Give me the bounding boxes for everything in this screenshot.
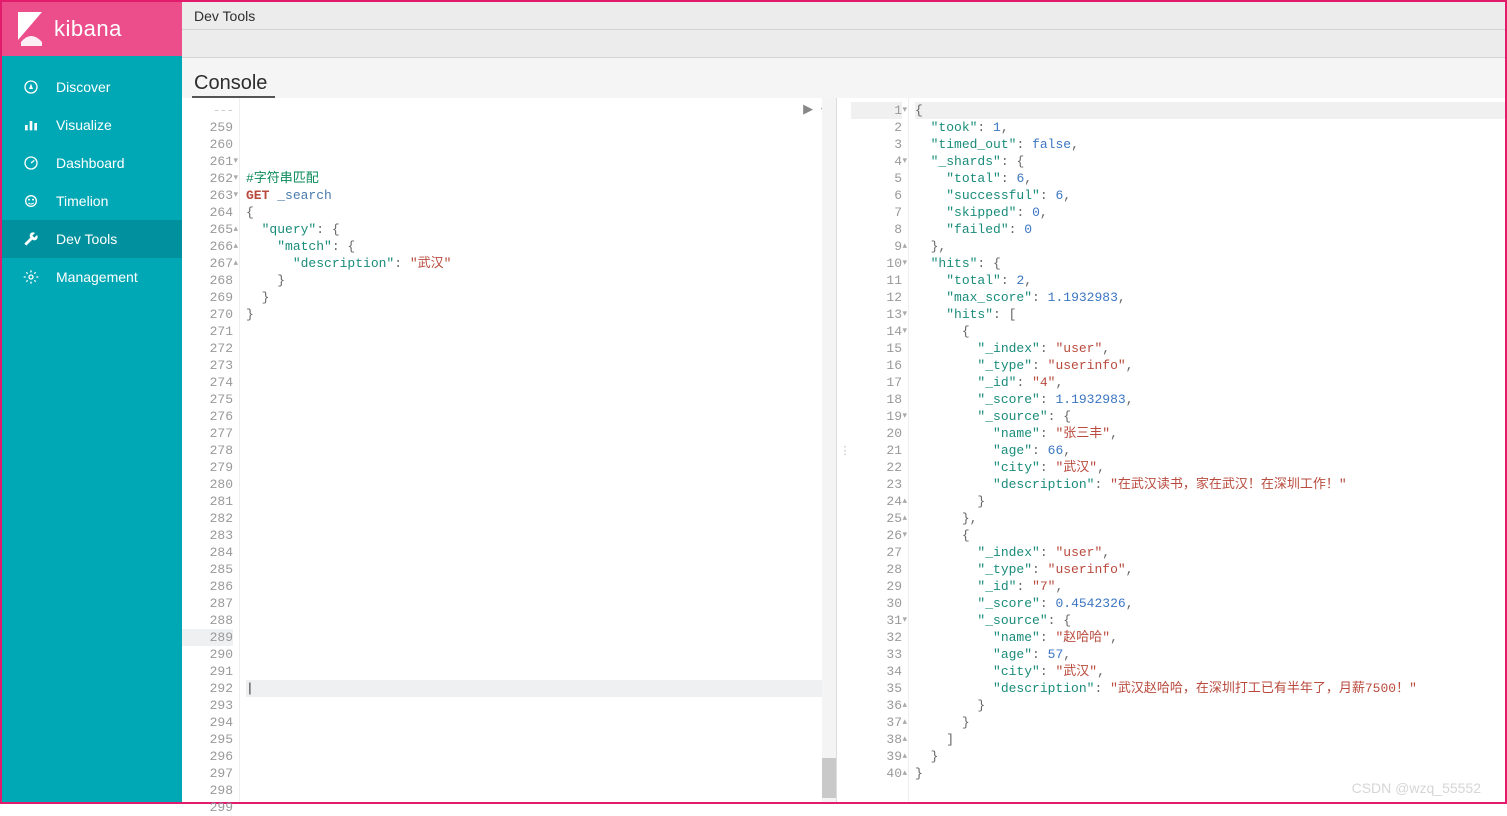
scrollbar-thumb[interactable] (822, 758, 836, 798)
compass-icon (22, 78, 40, 96)
timelion-icon (22, 192, 40, 210)
gear-icon (22, 268, 40, 286)
page-title: Dev Tools (194, 8, 255, 24)
tab-console[interactable]: Console (192, 72, 275, 98)
request-code[interactable]: ▶ ▾ #字符串匹配GET _search{ "query": { "match… (240, 98, 836, 802)
topbar: Dev Tools (182, 2, 1505, 30)
response-code: { "took": 1, "timed_out": false, "_shard… (909, 98, 1505, 802)
logo-bar[interactable]: kibana (2, 2, 182, 56)
console-tabbar: Console (182, 58, 1505, 98)
sidebar-item-visualize[interactable]: Visualize (2, 106, 182, 144)
sidebar-item-discover[interactable]: Discover (2, 68, 182, 106)
sidebar-item-management[interactable]: Management (2, 258, 182, 296)
gauge-icon (22, 154, 40, 172)
console-panes: ---259260261▾262▾263▾264265▴266▴267▴2682… (182, 98, 1505, 802)
wrench-icon (22, 230, 40, 248)
kibana-logo-icon (16, 12, 44, 46)
main: Dev Tools Console ---259260261▾262▾263▾2… (182, 2, 1505, 802)
app-root: kibana Discover Visualize Dashboard Time… (0, 0, 1507, 804)
sidebar-item-devtools[interactable]: Dev Tools (2, 220, 182, 258)
request-editor[interactable]: ---259260261▾262▾263▾264265▴266▴267▴2682… (182, 98, 837, 802)
sidebar-item-label: Dashboard (56, 155, 125, 171)
sidebar-item-timelion[interactable]: Timelion (2, 182, 182, 220)
play-icon: ▶ (803, 102, 813, 117)
sidebar-item-label: Timelion (56, 193, 108, 209)
drag-handle-icon (840, 444, 849, 457)
response-viewer[interactable]: 1▾234▾56789▴10▾111213▾14▾1516171819▾2021… (851, 98, 1505, 802)
sidebar-item-dashboard[interactable]: Dashboard (2, 144, 182, 182)
response-gutter: 1▾234▾56789▴10▾111213▾14▾1516171819▾2021… (851, 98, 909, 802)
nav: Discover Visualize Dashboard Timelion De… (2, 56, 182, 296)
toolbar-spacer (182, 30, 1505, 58)
request-scrollbar[interactable] (822, 98, 836, 802)
watermark: CSDN @wzq_55552 (1352, 780, 1481, 796)
sidebar: kibana Discover Visualize Dashboard Time… (2, 2, 182, 802)
sidebar-item-label: Visualize (56, 117, 112, 133)
pane-splitter[interactable] (837, 98, 851, 802)
sidebar-item-label: Discover (56, 79, 110, 95)
request-gutter: ---259260261▾262▾263▾264265▴266▴267▴2682… (182, 98, 240, 802)
sidebar-item-label: Dev Tools (56, 231, 117, 247)
sidebar-item-label: Management (56, 269, 138, 285)
barchart-icon (22, 116, 40, 134)
brand-text: kibana (54, 16, 122, 42)
